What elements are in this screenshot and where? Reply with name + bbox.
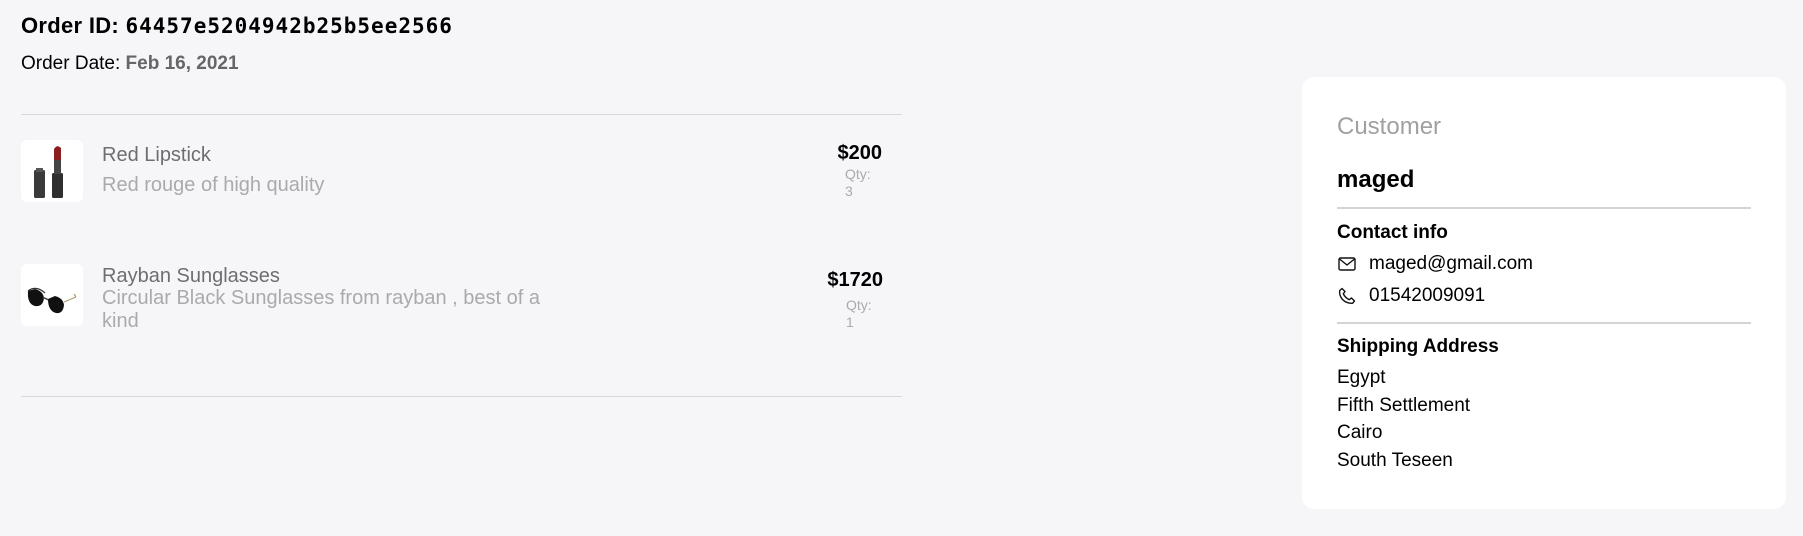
item-qty-label: Qty: <box>845 166 871 182</box>
email-row: maged@gmail.com <box>1337 252 1533 276</box>
card-divider <box>1337 322 1751 324</box>
sunglasses-image <box>21 264 83 326</box>
customer-phone[interactable]: 01542009091 <box>1369 285 1485 307</box>
item-price: $200 <box>837 142 883 164</box>
shipping-address-title: Shipping Address <box>1337 336 1499 357</box>
item-name: Rayban Sunglasses <box>102 265 280 287</box>
address-line-city: Cairo <box>1337 422 1383 443</box>
item-qty: Qty: 3 <box>845 166 871 200</box>
item-qty-label: Qty: <box>846 297 872 313</box>
item-qty: Qty: 1 <box>846 297 872 331</box>
order-id-value: 64457e5204942b25b5ee2566 <box>125 14 453 38</box>
order-item: Red Lipstick Red rouge of high quality $… <box>21 140 902 204</box>
address-line-district: Fifth Settlement <box>1337 395 1471 416</box>
item-description: Red rouge of high quality <box>102 174 325 196</box>
item-price: $1720 <box>827 269 883 291</box>
item-name: Red Lipstick <box>102 144 211 166</box>
order-id-label: Order ID: <box>21 13 120 38</box>
customer-email[interactable]: maged@gmail.com <box>1369 253 1533 275</box>
customer-heading: Customer <box>1337 113 1442 140</box>
items-divider-top <box>21 114 902 115</box>
order-date: Order Date: Feb 16, 2021 <box>21 53 239 75</box>
order-date-value: Feb 16, 2021 <box>125 53 239 74</box>
order-id: Order ID: 64457e5204942b25b5ee2566 <box>21 13 453 39</box>
item-qty-value: 3 <box>845 183 853 199</box>
order-date-label: Order Date: <box>21 53 121 74</box>
lipstick-image <box>21 140 83 202</box>
address-line-street: South Teseen <box>1337 450 1453 471</box>
card-divider <box>1337 207 1751 209</box>
phone-row: 01542009091 <box>1337 284 1485 308</box>
contact-info-title: Contact info <box>1337 222 1448 243</box>
customer-name: maged <box>1337 166 1415 193</box>
phone-icon <box>1337 286 1357 306</box>
customer-card: Customer maged Contact info maged@gmail.… <box>1302 77 1786 509</box>
item-description: Circular Black Sunglasses from rayban , … <box>102 287 540 332</box>
items-divider-bottom <box>21 396 902 397</box>
address-line-country: Egypt <box>1337 367 1386 388</box>
mail-icon <box>1337 254 1357 274</box>
order-item: Rayban Sunglasses Circular Black Sunglas… <box>21 264 902 344</box>
item-qty-value: 1 <box>846 314 854 330</box>
